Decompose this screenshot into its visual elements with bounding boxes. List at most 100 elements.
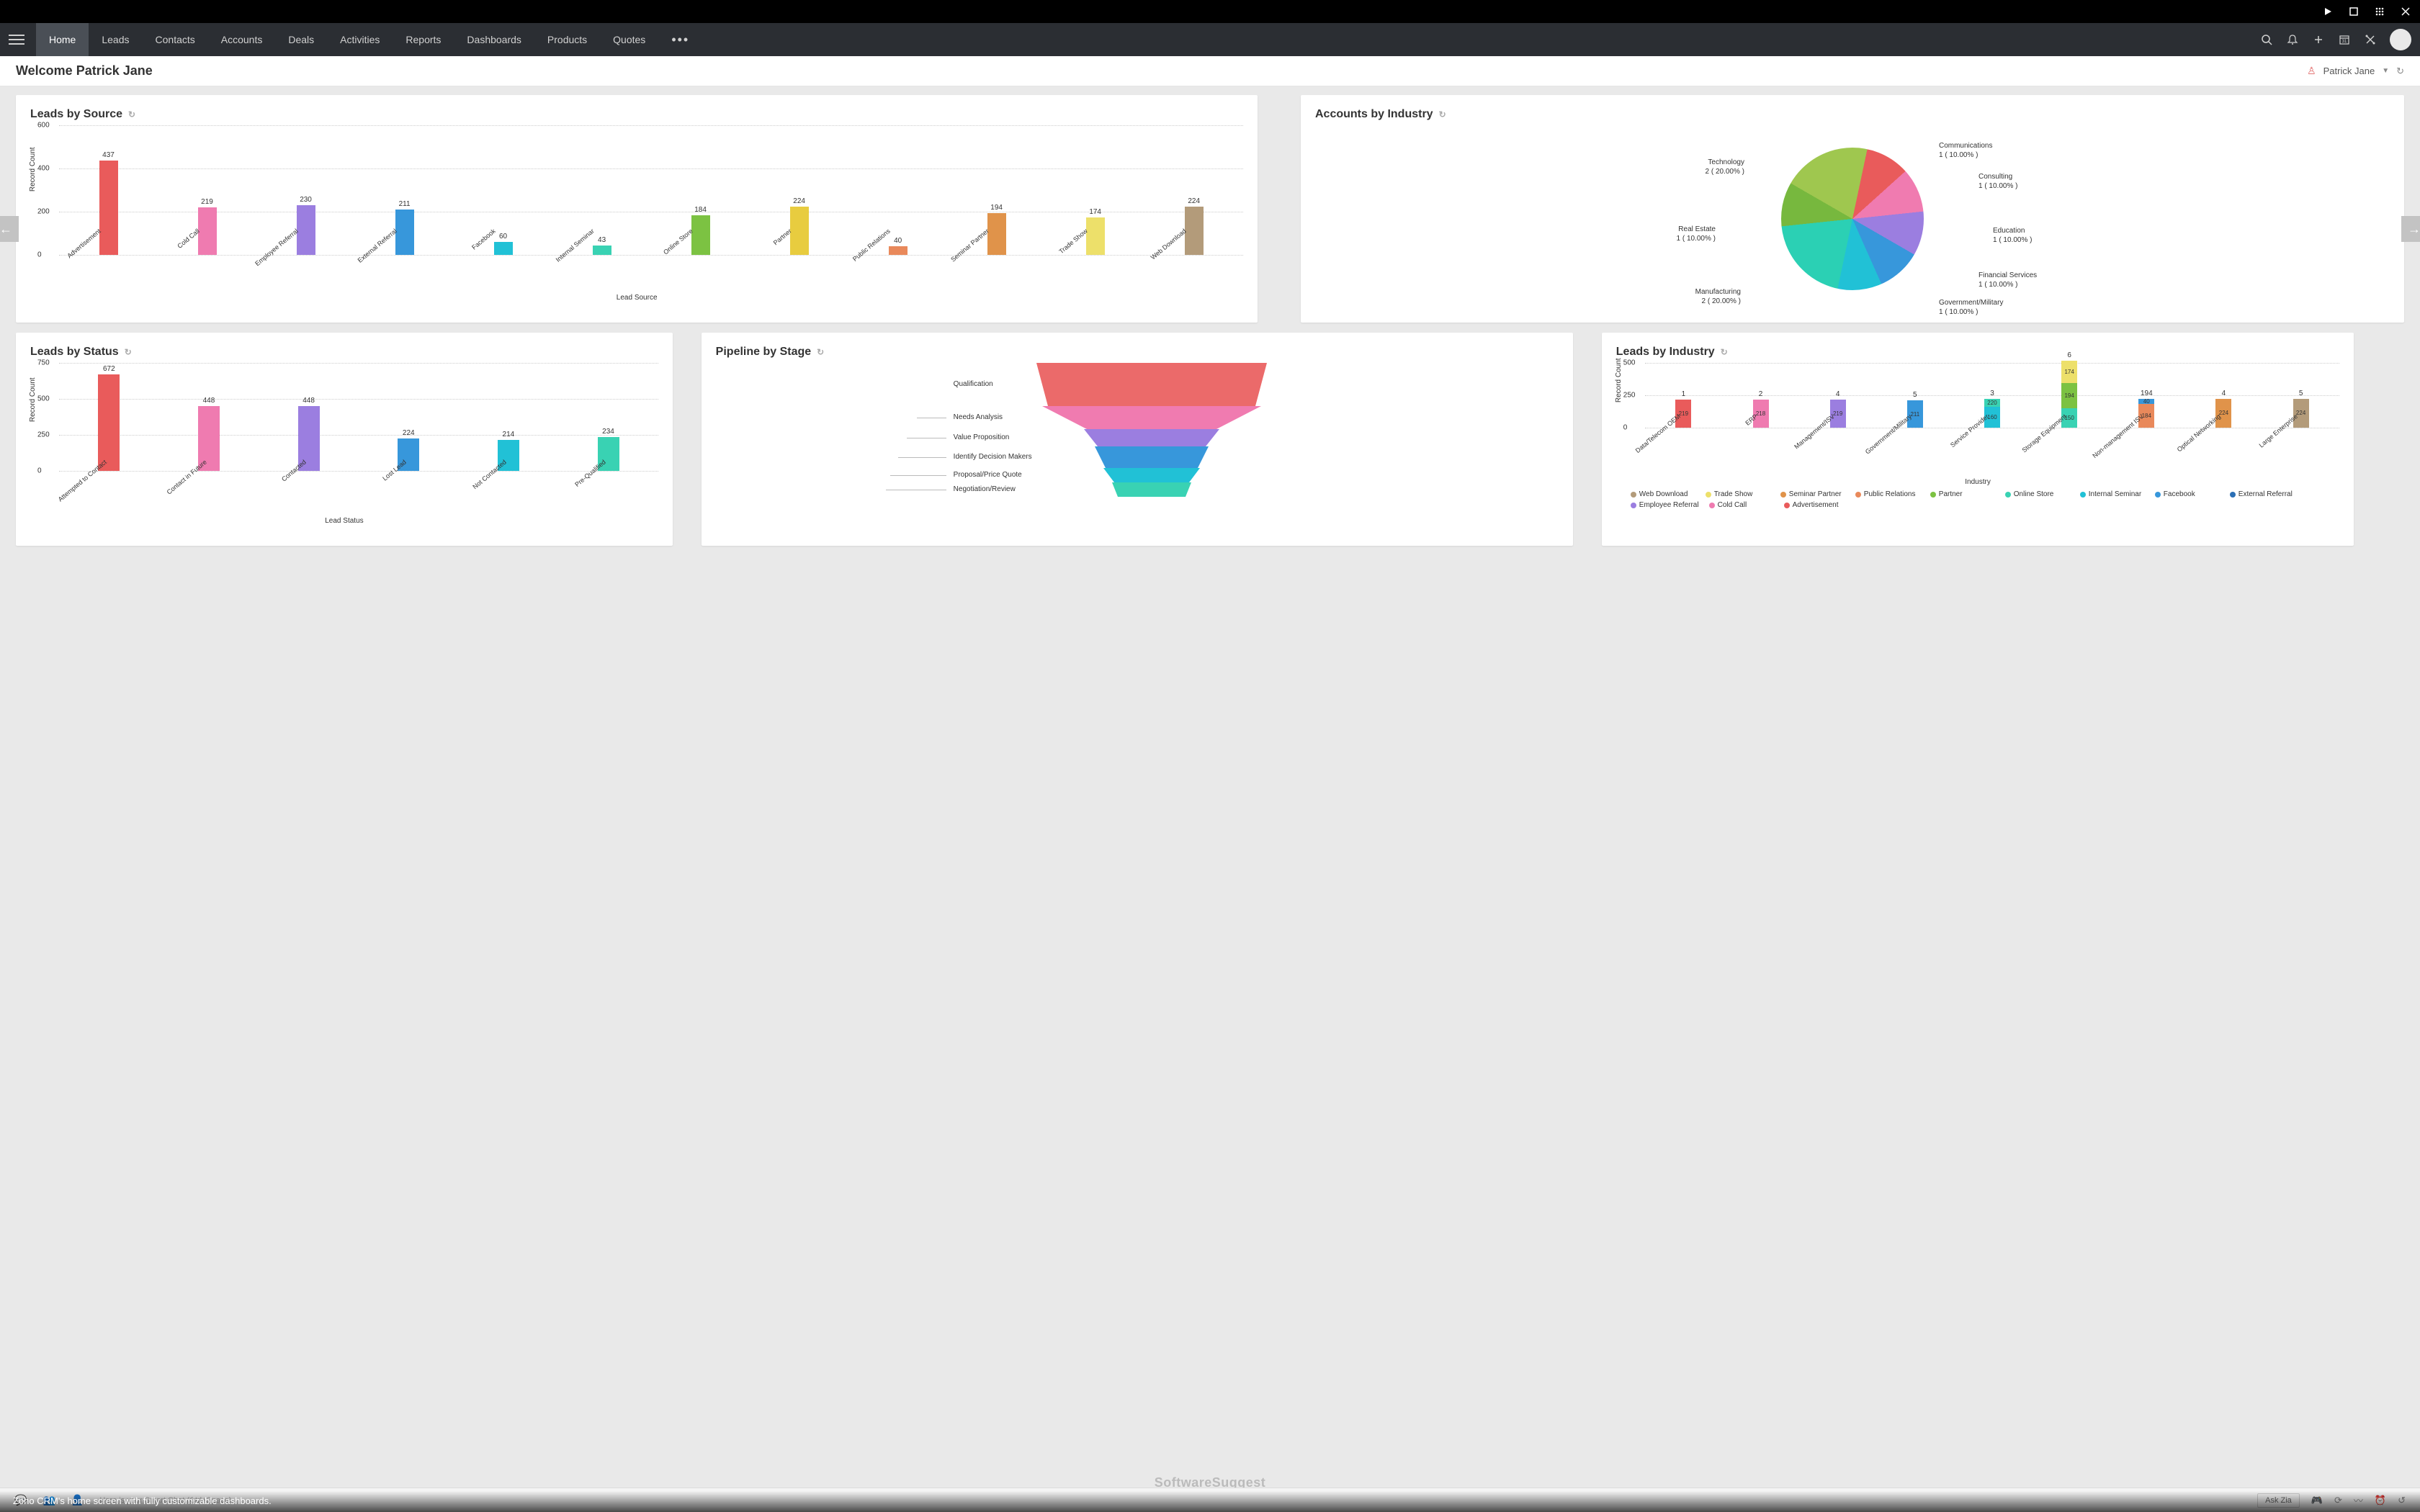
legend-item: Advertisement <box>1784 501 1849 509</box>
chevron-down-icon[interactable]: ▼ <box>2382 67 2389 75</box>
legend-dot <box>1631 492 1636 498</box>
bar-series-count: 5 <box>1913 391 1917 399</box>
tools-icon[interactable] <box>2364 33 2377 46</box>
x-axis-label: Industry <box>1616 478 2340 486</box>
funnel-label: Identify Decision Makers <box>954 453 1032 461</box>
tab-accounts[interactable]: Accounts <box>208 23 276 56</box>
legend-label: Facebook <box>2164 490 2195 498</box>
y-axis-label: Record Count <box>1615 358 1623 402</box>
funnel-label: Negotiation/Review <box>954 485 1016 493</box>
carousel-prev[interactable]: ← <box>0 216 19 242</box>
refresh-icon[interactable]: ↻ <box>2396 66 2404 77</box>
y-tick: 0 <box>37 251 42 259</box>
reload-icon[interactable]: ↻ <box>817 347 824 357</box>
tab-deals[interactable]: Deals <box>275 23 327 56</box>
legend-label: Internal Seminar <box>2089 490 2141 498</box>
reload-icon[interactable]: ↻ <box>1721 347 1728 357</box>
legend-dot <box>2155 492 2161 498</box>
legend-item: Facebook <box>2155 490 2220 498</box>
titlebar <box>0 0 2420 23</box>
legend-dot <box>1709 503 1715 508</box>
tab-reports[interactable]: Reports <box>393 23 454 56</box>
funnel-stage: Identify Decision Makers <box>745 446 1559 468</box>
card-leads-by-status: Leads by Status↻ Record Count 0250500750… <box>16 333 673 546</box>
legend-label: Trade Show <box>1714 490 1753 498</box>
maximize-icon[interactable] <box>2348 6 2360 17</box>
legend-dot <box>2005 492 2011 498</box>
tab-quotes[interactable]: Quotes <box>600 23 658 56</box>
legend-label: Web Download <box>1639 490 1688 498</box>
bar-value: 211 <box>399 200 411 208</box>
legend-dot <box>1930 492 1936 498</box>
legend-dot <box>1631 503 1636 508</box>
close-icon[interactable] <box>2400 6 2411 17</box>
bar-value: 214 <box>503 431 515 438</box>
bar-value: 219 <box>201 198 213 206</box>
y-tick: 0 <box>37 467 42 475</box>
reload-icon[interactable]: ↻ <box>128 109 135 120</box>
user-name[interactable]: Patrick Jane <box>2323 66 2375 76</box>
y-tick: 500 <box>37 395 50 403</box>
plus-icon[interactable] <box>2312 33 2325 46</box>
hamburger-icon[interactable] <box>9 35 24 45</box>
tab-dashboards[interactable]: Dashboards <box>454 23 534 56</box>
tab-leads[interactable]: Leads <box>89 23 142 56</box>
y-tick: 0 <box>1623 424 1628 432</box>
chart-leads-by-status: Record Count 025050075067244844822421423… <box>30 363 658 525</box>
legend-label: External Referral <box>2238 490 2293 498</box>
bar-value: 224 <box>403 429 415 437</box>
legend-label: Employee Referral <box>1639 501 1699 509</box>
reload-icon[interactable]: ↻ <box>1439 109 1446 120</box>
funnel-label: Value Proposition <box>954 433 1010 441</box>
pie-label: Communications1 ( 10.00% ) <box>1939 141 1992 160</box>
x-axis-label: Lead Status <box>30 517 658 525</box>
navbar-right: 31 <box>2260 29 2411 50</box>
bar-series-count: 3 <box>1990 390 1994 397</box>
tab-contacts[interactable]: Contacts <box>143 23 208 56</box>
y-axis-label: Record Count <box>29 377 37 422</box>
legend: Web Download Trade Show Seminar Partner Pub… <box>1616 490 2340 509</box>
legend-item: Trade Show <box>1706 490 1770 498</box>
y-axis-label: Record Count <box>29 147 37 192</box>
legend-dot <box>1706 492 1711 498</box>
legend-label: Cold Call <box>1718 501 1747 509</box>
legend-item: Online Store <box>2005 490 2070 498</box>
funnel-stage: Qualification <box>745 363 1559 406</box>
legend-label: Public Relations <box>1864 490 1916 498</box>
pie-label: Real Estate1 ( 10.00% ) <box>1677 225 1716 243</box>
page-title: Welcome Patrick Jane <box>16 63 153 78</box>
tab-activities[interactable]: Activities <box>327 23 393 56</box>
calendar-icon[interactable]: 31 <box>2338 33 2351 46</box>
play-icon[interactable] <box>2322 6 2334 17</box>
search-icon[interactable] <box>2260 33 2273 46</box>
tab-home[interactable]: Home <box>36 23 89 56</box>
bar-series-count: 194 <box>2141 390 2153 397</box>
tab-more[interactable]: ••• <box>658 23 702 56</box>
legend-item: Web Download <box>1631 490 1695 498</box>
funnel-stage: Negotiation/Review <box>745 482 1559 497</box>
legend-item: Employee Referral <box>1631 501 1699 509</box>
reload-icon[interactable]: ↻ <box>125 347 132 357</box>
legend-dot <box>1855 492 1861 498</box>
legend-label: Seminar Partner <box>1789 490 1842 498</box>
legend-item: Partner <box>1930 490 1995 498</box>
chart-leads-by-source: Record Count 020040060043721923021160431… <box>30 125 1243 302</box>
funnel-label: Qualification <box>954 380 993 388</box>
carousel-next[interactable]: → <box>2401 216 2420 242</box>
funnel-stage: Proposal/Price Quote <box>745 468 1559 482</box>
bar-series-count: 6 <box>2067 351 2071 359</box>
apps-icon[interactable] <box>2374 6 2385 17</box>
card-title: Leads by Industry <box>1616 346 1715 359</box>
avatar[interactable] <box>2390 29 2411 50</box>
funnel-label: Proposal/Price Quote <box>954 471 1022 479</box>
legend-label: Online Store <box>2014 490 2054 498</box>
dashboard-body: ← → Leads by Source↻ Record Count 020040… <box>0 86 2420 1488</box>
card-pipeline-by-stage: Pipeline by Stage↻ QualificationNeeds An… <box>702 333 1573 546</box>
legend-item: Cold Call <box>1709 501 1774 509</box>
tab-products[interactable]: Products <box>534 23 600 56</box>
y-tick: 400 <box>37 165 50 173</box>
legend-item: External Referral <box>2230 490 2295 498</box>
bar-series-count: 2 <box>1759 390 1763 398</box>
bar-value: 194 <box>990 204 1003 212</box>
bell-icon[interactable] <box>2286 33 2299 46</box>
